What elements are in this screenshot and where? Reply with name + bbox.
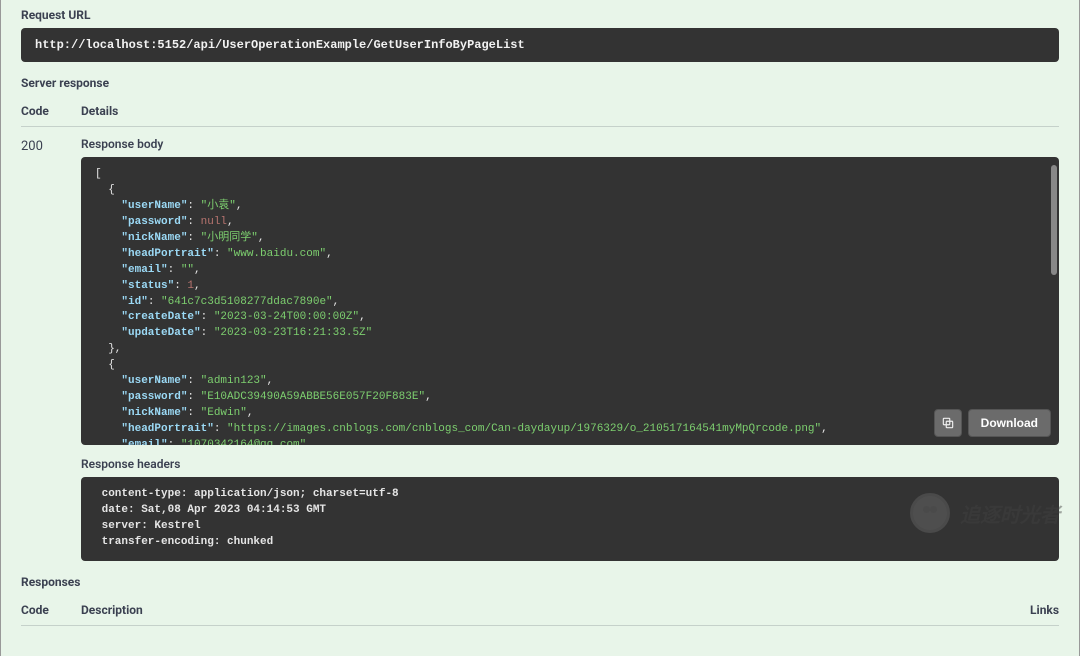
responses-table-header: Code Description Links [21, 595, 1059, 626]
responses-links-header: Links [979, 603, 1059, 617]
details-header: Details [81, 104, 1059, 118]
download-button[interactable]: Download [968, 409, 1051, 437]
code-header: Code [21, 104, 81, 118]
response-headers-title: Response headers [81, 457, 1059, 471]
status-code: 200 [21, 137, 81, 154]
responses-desc-header: Description [81, 603, 979, 617]
responses-code-header: Code [21, 603, 81, 617]
copy-icon[interactable] [934, 409, 962, 437]
server-response-title: Server response [21, 76, 1059, 90]
response-body[interactable]: [ { "userName": "小袁", "password": null, … [81, 157, 1059, 445]
response-headers: content-type: application/json; charset=… [81, 477, 1059, 561]
request-url-value: http://localhost:5152/api/UserOperationE… [21, 28, 1059, 62]
response-table-header: Code Details [21, 96, 1059, 127]
responses-title: Responses [21, 575, 1059, 589]
scrollbar-thumb[interactable] [1051, 165, 1057, 275]
response-body-title: Response body [81, 137, 1059, 151]
request-url-title: Request URL [21, 8, 1059, 22]
